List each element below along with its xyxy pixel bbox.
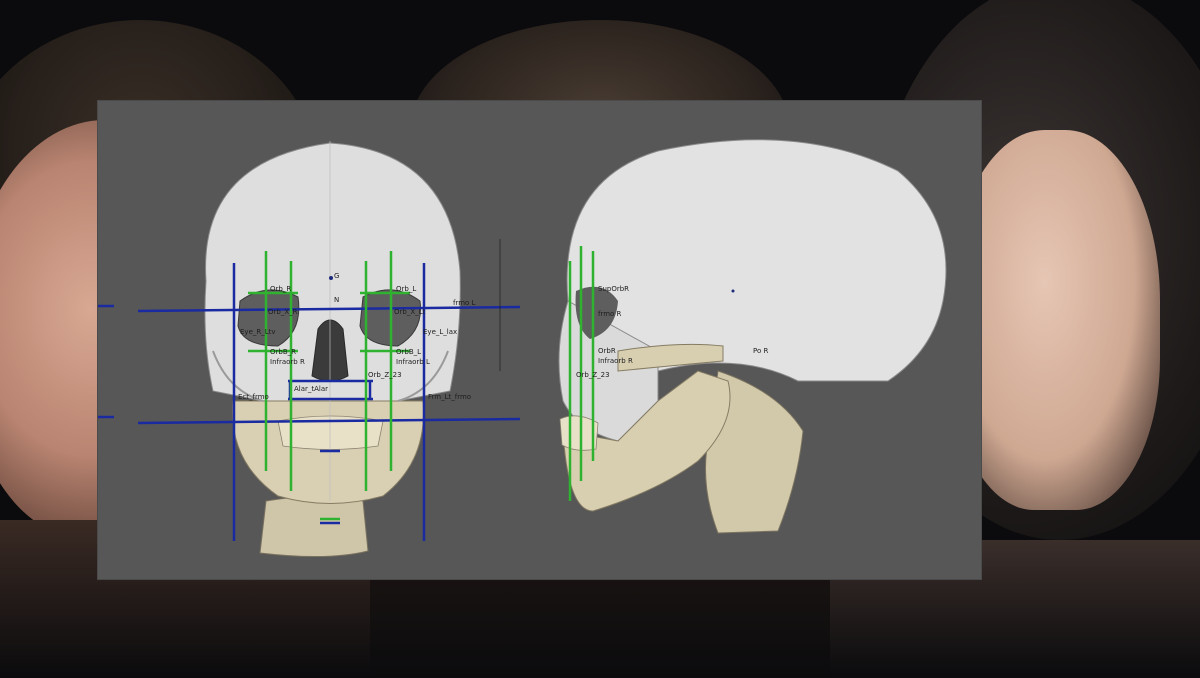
label-alar: Alar_tAlar	[294, 385, 328, 393]
label-lat-orb-z: Orb_Z_23	[576, 371, 610, 379]
label-lat-infra: Infraorb R	[598, 357, 633, 365]
label-ect-frm: Ect_frmo	[238, 393, 269, 401]
label-eye-r: Eye_R_Ltv	[240, 328, 276, 336]
skull-views-canvas: G N Orb_R Orb_L Orb_X_R Orb_X_Lt frmo L …	[98, 139, 947, 558]
label-lat-po: Po R	[753, 347, 768, 355]
label-eye-l: Eye_L_lax	[423, 328, 457, 336]
label-n: N	[334, 296, 339, 304]
label-frm-lt: Frm_Lt_frmo	[428, 393, 471, 401]
label-orb-b-r: OrbB_R	[270, 348, 296, 356]
lateral-skull	[558, 139, 947, 534]
reconstruction-viewer: G N Orb_R Orb_L Orb_X_R Orb_X_Lt frmo L …	[98, 101, 981, 579]
label-orb-x-r: Orb_X_R	[268, 308, 298, 316]
label-lat-frm: frmo R	[598, 310, 622, 318]
label-lat-orb: OrbR	[598, 347, 616, 355]
frontal-skull	[204, 141, 461, 558]
label-frm-l: frmo L	[453, 299, 476, 307]
label-orb-z: Orb_Z_23	[368, 371, 402, 379]
label-lat-supr: SupOrbR	[598, 285, 629, 293]
label-orb-l: Orb_L	[396, 285, 416, 293]
label-orb-x-l: Orb_X_Lt	[394, 308, 426, 316]
label-g: G	[334, 272, 339, 280]
label-infra-r: Infraorb R	[270, 358, 305, 366]
label-infra-l: Infraorb L	[396, 358, 430, 366]
label-orb-b-l: OrbB_L	[396, 348, 421, 356]
label-orb-r: Orb_R	[270, 285, 291, 293]
